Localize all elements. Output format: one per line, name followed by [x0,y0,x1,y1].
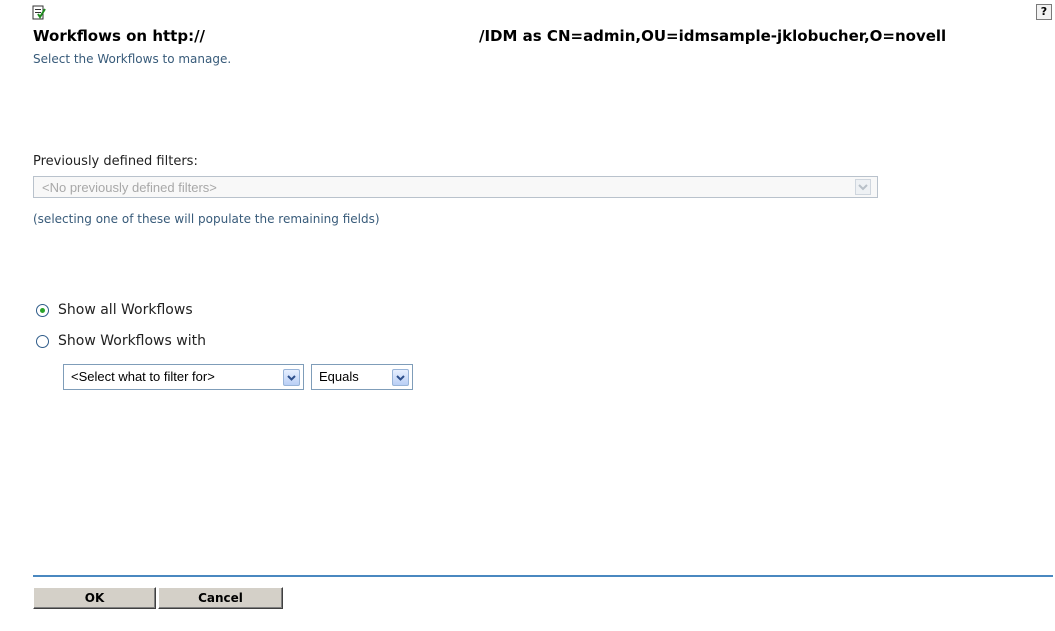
show-with-radio[interactable] [36,334,49,348]
filter-operator-value: Equals [319,369,359,384]
chevron-down-icon [855,179,871,195]
show-all-label: Show all Workflows [58,302,193,318]
workflow-page-icon [32,4,46,20]
show-with-label: Show Workflows with [58,333,206,349]
page-title-identity: /IDM as CN=admin,OU=idmsample-jklobucher… [479,27,947,45]
chevron-down-icon[interactable] [392,369,409,386]
cancel-button[interactable]: Cancel [158,587,283,609]
show-all-workflows-option[interactable]: Show all Workflows [36,301,193,319]
help-icon[interactable]: ? [1036,4,1052,20]
page-title-server: Workflows on http:// [33,27,206,45]
footer-divider [33,575,1053,577]
page-subtitle: Select the Workflows to manage. [33,52,232,66]
filter-operator-select[interactable]: Equals [311,364,413,390]
previous-filters-label: Previously defined filters: [33,154,198,169]
show-all-radio[interactable] [36,303,49,317]
show-workflows-with-option[interactable]: Show Workflows with [36,332,206,350]
previous-filters-select[interactable]: <No previously defined filters> [33,176,878,198]
filter-field-select[interactable]: <Select what to filter for> [63,364,304,390]
filter-field-value: <Select what to filter for> [71,369,215,384]
previous-filters-value: <No previously defined filters> [42,180,217,195]
chevron-down-icon[interactable] [283,369,300,386]
previous-filters-hint: (selecting one of these will populate th… [33,212,380,226]
ok-button[interactable]: OK [33,587,156,609]
